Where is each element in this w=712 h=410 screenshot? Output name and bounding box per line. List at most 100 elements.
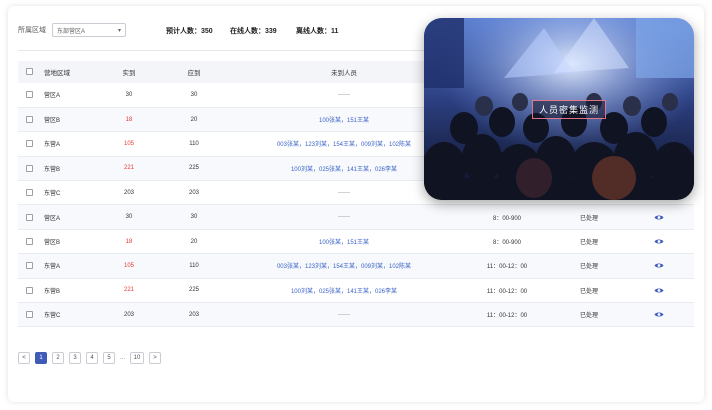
row-checkbox[interactable] [25, 140, 33, 148]
stat-expected-value: 350 [201, 28, 213, 35]
filter-bar: 所属区域 东部营区A ▾ [18, 20, 126, 40]
cell-actual: 30 [125, 214, 133, 221]
cell-status: 已处理 [579, 313, 598, 320]
col-actual: 实到 [122, 70, 136, 77]
stat-expected-label: 预计人数： [166, 28, 201, 35]
col-expected: 应到 [187, 70, 201, 77]
pagination-ellipsis: ... [120, 355, 126, 361]
row-checkbox[interactable] [25, 189, 33, 197]
cell-expected: 110 [189, 262, 199, 269]
eye-icon[interactable] [654, 238, 664, 245]
prev-page-button[interactable]: < [18, 352, 30, 364]
cell-expected: 225 [188, 165, 199, 172]
page-button-5[interactable]: 5 [103, 352, 115, 364]
cell [18, 132, 40, 156]
cell-area: 东营A [44, 142, 61, 149]
row-checkbox[interactable] [25, 311, 33, 319]
cell [624, 205, 694, 229]
cell-status: 已处理 [579, 288, 598, 295]
page-button-4[interactable]: 4 [86, 352, 98, 364]
cell-absent: 100刘某，025张某，141王某，026李某 [290, 288, 398, 295]
cell-expected: 20 [190, 238, 198, 245]
cell-status: 已处理 [579, 215, 598, 222]
cell-actual: 105 [123, 262, 134, 269]
cell-area: 东营A [44, 264, 61, 271]
cell-area: 营区B [44, 240, 61, 247]
cell-actual: 203 [123, 189, 134, 196]
page-button-1[interactable]: 1 [35, 352, 47, 364]
eye-icon[interactable] [654, 311, 664, 318]
page-button-3[interactable]: 3 [69, 352, 81, 364]
cell-expected: 225 [188, 287, 199, 294]
stat-online-label: 在线人数： [230, 28, 265, 35]
select-all-checkbox[interactable] [25, 68, 33, 76]
cell-actual: 18 [125, 238, 133, 245]
eye-icon[interactable] [654, 287, 664, 294]
stat-expected: 预计人数：350 [166, 26, 213, 36]
overlay-label: 人员密集监测 [532, 100, 607, 119]
cell [18, 181, 40, 205]
cell-time: 11：00-12：00 [486, 288, 528, 295]
cell-time: 8：00-900 [492, 240, 522, 247]
col-area: 营地区域 [44, 70, 70, 77]
cell-area: 营区A [44, 215, 61, 222]
stat-online: 在线人数：339 [230, 26, 277, 36]
cell-absent: 100张某，151王某 [318, 240, 370, 247]
table-row: 东营A 105 110 003张某，123刘某，154王某，009刘某，102陈某 11… [18, 253, 694, 279]
cell-status: 已处理 [579, 264, 598, 271]
cell [624, 254, 694, 278]
cell-actual: 221 [123, 165, 134, 172]
row-checkbox[interactable] [25, 213, 33, 221]
cell-actual: 203 [123, 311, 134, 318]
cell-area: 东营C [44, 191, 61, 198]
cell [624, 278, 694, 302]
cell [18, 83, 40, 107]
cell [18, 229, 40, 253]
page-button-10[interactable]: 10 [130, 352, 145, 364]
cell-actual: 18 [125, 116, 133, 123]
cell-area: 东营B [44, 166, 61, 173]
filter-label: 所属区域 [18, 27, 46, 34]
cell-expected: 20 [190, 116, 198, 123]
cell [624, 303, 694, 327]
cell [624, 229, 694, 253]
table-row: 东营B 221 225 100刘某，025张某，141王某，026李某 11：00-12… [18, 278, 694, 303]
row-checkbox[interactable] [25, 238, 33, 245]
cell [18, 156, 40, 180]
stat-offline-value: 11 [331, 28, 339, 35]
cell-expected: 203 [188, 189, 199, 196]
cell-area: 东营C [44, 313, 61, 320]
row-checkbox[interactable] [25, 164, 33, 172]
cell-actual: 30 [125, 91, 133, 98]
row-checkbox[interactable] [25, 91, 33, 99]
cell [18, 278, 40, 302]
pagination: < 1 2 3 4 5 ... 10 > [18, 352, 162, 364]
cell [18, 254, 40, 278]
cell [18, 303, 40, 327]
cell [18, 107, 40, 131]
cell-time: 11：00-12：00 [486, 313, 528, 320]
table-row: 营区B 18 20 100张某，151王某 8：00-900 已处理 [18, 229, 694, 254]
page-button-2[interactable]: 2 [52, 352, 64, 364]
eye-icon[interactable] [654, 214, 664, 221]
cell [18, 205, 40, 229]
eye-icon[interactable] [654, 262, 664, 269]
table-row: 东营C 203 203 —— 11：00-12：00 已处理 [18, 302, 694, 327]
cell-time: 11：00-12：00 [486, 264, 528, 271]
stat-offline-label: 离线人数： [296, 28, 331, 35]
chevron-down-icon: ▾ [117, 27, 121, 34]
row-checkbox[interactable] [25, 262, 33, 270]
stat-online-value: 339 [265, 28, 277, 35]
cell-expected: 110 [189, 140, 199, 147]
table-row: 营区A 30 30 —— 8：00-900 已处理 [18, 204, 694, 230]
cell-time: 8：00-900 [492, 215, 522, 222]
cell-actual: 221 [123, 287, 134, 294]
cell-expected: 203 [188, 311, 199, 318]
area-select[interactable]: 东部营区A ▾ [52, 23, 126, 37]
area-select-value: 东部营区A [57, 28, 86, 35]
next-page-button[interactable]: > [149, 352, 162, 364]
row-checkbox[interactable] [25, 286, 33, 294]
cell-absent: —— [338, 311, 350, 318]
crowd-monitor-photo: 人员密集监测 [424, 18, 694, 200]
row-checkbox[interactable] [25, 116, 33, 124]
